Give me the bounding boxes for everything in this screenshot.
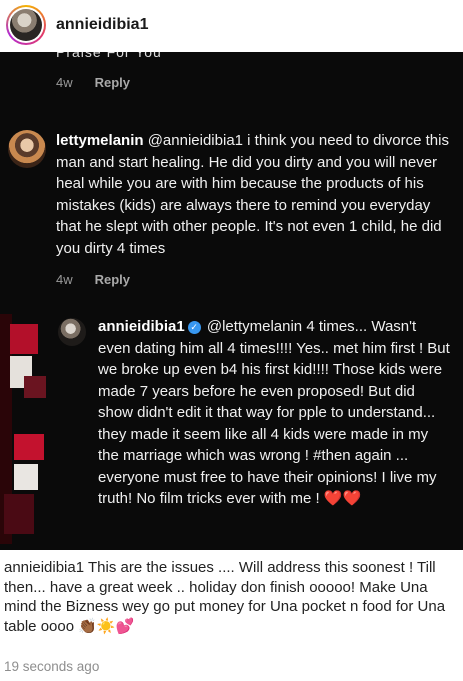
comment-meta: 4w Reply (56, 272, 130, 287)
comment-body: lettymelanin @annieidibia1 i think you n… (56, 130, 453, 259)
redacted-image-strip (0, 314, 50, 544)
comment-text: 4 times... Wasn't even dating him all 4 … (98, 318, 450, 507)
comment-mention[interactable]: @annieidibia1 (148, 132, 243, 149)
header-username[interactable]: annieidibia1 (56, 16, 148, 34)
comment-time: 4w (56, 272, 73, 287)
profile-photo (10, 9, 42, 41)
reply-button[interactable]: Reply (95, 272, 130, 287)
cutoff-comment-text: Praise For You (56, 52, 162, 60)
comment-meta: 4w Reply (56, 75, 130, 90)
heart-emoji-icon: ❤️❤️ (323, 490, 362, 507)
comment-lettymelanin: lettymelanin @annieidibia1 i think you n… (8, 130, 453, 259)
verified-badge-icon: ✓ (187, 321, 201, 334)
comment-username[interactable]: lettymelanin (56, 132, 144, 149)
reply-button[interactable]: Reply (95, 75, 130, 90)
post-caption: annieidibia1 This are the issues .... Wi… (4, 558, 459, 636)
comment-time: 4w (56, 75, 73, 90)
comment-body: annieidibia1 ✓ @lettymelanin 4 times... W… (98, 316, 451, 510)
caption-emoji-icons: 👏🏾☀️💕 (78, 617, 135, 635)
caption-username[interactable]: annieidibia1 (4, 559, 84, 576)
comment-username[interactable]: annieidibia1 (98, 318, 185, 335)
post-header: annieidibia1 (0, 0, 463, 50)
profile-avatar[interactable] (6, 5, 46, 45)
embedded-comments-screenshot: Praise For You 4w Reply lettymelanin @an… (0, 52, 463, 550)
post-timestamp: 19 seconds ago (4, 659, 100, 674)
comment-text: i think you need to divorce this man and… (56, 132, 449, 257)
comment-annieidibia1: annieidibia1 ✓ @lettymelanin 4 times... W… (56, 316, 451, 510)
commenter-avatar[interactable] (56, 316, 88, 348)
commenter-avatar[interactable] (8, 130, 46, 168)
comment-mention[interactable]: @lettymelanin (207, 318, 302, 335)
